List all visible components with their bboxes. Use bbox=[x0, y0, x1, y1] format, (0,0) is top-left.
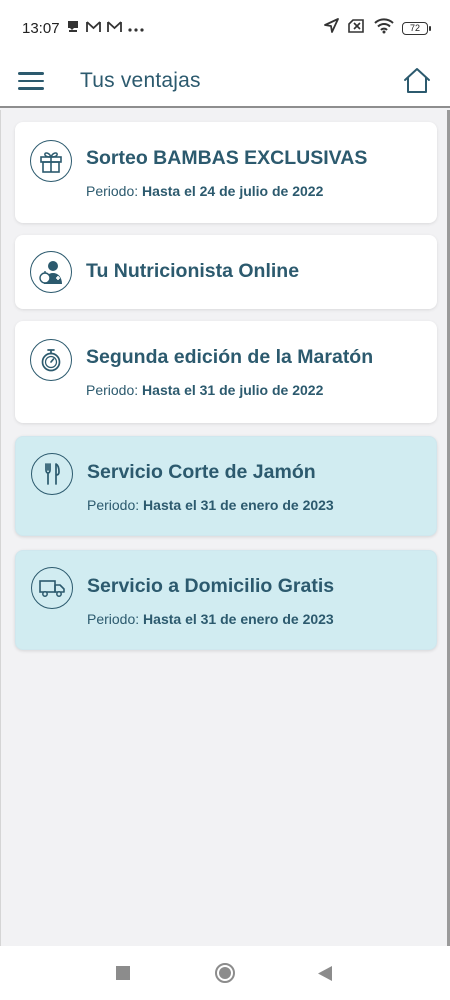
menu-line bbox=[18, 79, 44, 83]
benefit-title: Segunda edición de la Maratón bbox=[86, 346, 374, 368]
benefit-period: Periodo: Hasta el 31 de julio de 2022 bbox=[86, 382, 323, 398]
home-system-button[interactable] bbox=[215, 963, 235, 988]
more-dots-icon bbox=[127, 21, 144, 36]
menu-button[interactable] bbox=[18, 70, 44, 92]
status-bar: 13:07 72 bbox=[0, 0, 450, 56]
benefit-title: Sorteo BAMBAS EXCLUSIVAS bbox=[86, 147, 368, 169]
no-sim-icon bbox=[348, 18, 366, 38]
benefit-card-corte-jamon[interactable]: Servicio Corte de Jamón Periodo: Hasta e… bbox=[15, 436, 437, 536]
menu-line bbox=[18, 72, 44, 75]
app-bar: Tus ventajas bbox=[0, 56, 450, 108]
nutritionist-icon bbox=[30, 251, 72, 293]
period-value: Hasta el 31 de enero de 2023 bbox=[143, 497, 334, 513]
circle-icon bbox=[215, 963, 235, 983]
gift-icon bbox=[30, 140, 72, 182]
home-button[interactable] bbox=[402, 66, 432, 96]
period-label: Periodo: bbox=[86, 382, 139, 398]
benefits-list: Sorteo BAMBAS EXCLUSIVAS Periodo: Hasta … bbox=[0, 110, 450, 946]
benefit-period: Periodo: Hasta el 24 de julio de 2022 bbox=[86, 183, 323, 199]
location-arrow-icon bbox=[323, 17, 340, 39]
stopwatch-icon bbox=[30, 339, 72, 381]
menu-line bbox=[18, 87, 44, 90]
wifi-icon bbox=[374, 17, 394, 39]
benefit-period: Periodo: Hasta el 31 de enero de 2023 bbox=[87, 497, 334, 513]
back-button[interactable] bbox=[318, 966, 332, 986]
recents-button[interactable] bbox=[116, 966, 130, 985]
cutlery-icon bbox=[31, 453, 73, 495]
square-icon bbox=[116, 966, 130, 980]
period-value: Hasta el 31 de enero de 2023 bbox=[143, 611, 334, 627]
benefit-card-sorteo[interactable]: Sorteo BAMBAS EXCLUSIVAS Periodo: Hasta … bbox=[15, 122, 437, 223]
benefit-card-maraton[interactable]: Segunda edición de la Maratón Periodo: H… bbox=[15, 321, 437, 423]
home-icon bbox=[404, 68, 430, 93]
benefit-title: Servicio a Domicilio Gratis bbox=[87, 575, 335, 597]
delivery-truck-icon bbox=[31, 567, 73, 609]
benefit-title: Tu Nutricionista Online bbox=[86, 260, 300, 282]
benefit-card-domicilio[interactable]: Servicio a Domicilio Gratis Periodo: Has… bbox=[15, 550, 437, 650]
system-nav-bar bbox=[0, 946, 450, 1000]
period-label: Periodo: bbox=[87, 611, 140, 627]
benefit-title: Servicio Corte de Jamón bbox=[87, 461, 316, 483]
back-triangle-icon bbox=[318, 966, 332, 981]
period-value: Hasta el 31 de julio de 2022 bbox=[142, 382, 324, 398]
battery-indicator: 72 bbox=[402, 21, 431, 35]
status-time: 13:07 bbox=[22, 19, 60, 37]
period-label: Periodo: bbox=[86, 183, 139, 199]
gmail-icon bbox=[85, 20, 101, 36]
status-left: 13:07 bbox=[22, 20, 144, 37]
benefit-card-nutricionista[interactable]: Tu Nutricionista Online bbox=[15, 235, 437, 309]
notification-icon bbox=[66, 20, 80, 36]
gmail-icon bbox=[106, 20, 122, 36]
benefit-period: Periodo: Hasta el 31 de enero de 2023 bbox=[87, 611, 334, 627]
period-label: Periodo: bbox=[87, 497, 140, 513]
period-value: Hasta el 24 de julio de 2022 bbox=[142, 183, 324, 199]
page-title: Tus ventajas bbox=[80, 69, 201, 92]
status-right: 72 bbox=[323, 17, 431, 39]
